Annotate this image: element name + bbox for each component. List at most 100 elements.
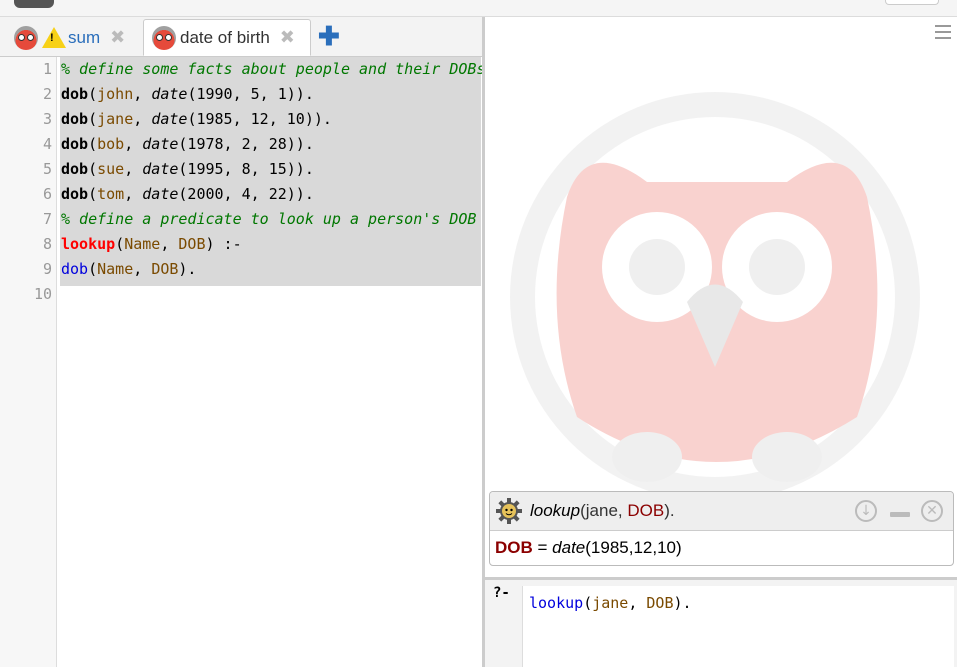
code-line[interactable]: dob(jane, date(1985, 12, 10)). bbox=[61, 107, 482, 132]
close-tab-icon[interactable]: ✖ bbox=[110, 27, 125, 48]
code-token: (1978, 2, 28)). bbox=[178, 135, 314, 153]
query-suffix: ). bbox=[664, 501, 675, 520]
code-token: ( bbox=[88, 185, 98, 203]
code-token: lookup bbox=[61, 235, 116, 253]
code-token: dob bbox=[61, 135, 89, 153]
code-line[interactable]: % define some facts about people and the… bbox=[61, 57, 482, 82]
code-token: , bbox=[124, 135, 143, 153]
code-token: ) :- bbox=[205, 235, 242, 253]
code-area[interactable]: % define some facts about people and the… bbox=[61, 57, 482, 307]
code-token: ). bbox=[673, 594, 692, 612]
code-token: date bbox=[151, 110, 188, 128]
tab-label: sum bbox=[68, 27, 101, 47]
code-token: Name bbox=[124, 235, 161, 253]
top-toolbar bbox=[0, 0, 957, 17]
line-number: 1 bbox=[42, 60, 52, 78]
code-token: ( bbox=[88, 110, 98, 128]
code-line[interactable]: % define a predicate to look up a person… bbox=[61, 207, 482, 232]
code-token: , bbox=[133, 260, 152, 278]
line-number-gutter: 1 2 3 4 5 6 7 8 9 10 bbox=[0, 57, 57, 667]
code-token: jane bbox=[97, 110, 134, 128]
code-token: ( bbox=[115, 235, 125, 253]
code-token: ( bbox=[583, 594, 593, 612]
code-token: bob bbox=[97, 135, 125, 153]
query-prompt: ?- bbox=[493, 585, 510, 601]
tab-label: date of birth bbox=[180, 27, 270, 47]
code-token: date bbox=[142, 185, 179, 203]
code-token: dob bbox=[61, 160, 89, 178]
code-token: , bbox=[133, 85, 152, 103]
hamburger-menu-icon[interactable] bbox=[935, 25, 951, 43]
code-token: sue bbox=[97, 160, 125, 178]
code-token: % define some facts about people and the… bbox=[61, 60, 482, 78]
code-line[interactable]: dob(bob, date(1978, 2, 28)). bbox=[61, 132, 482, 157]
code-token: , bbox=[133, 110, 152, 128]
code-token: ( bbox=[88, 85, 98, 103]
answer-header: lookup(jane, DOB). ↓ ✕ bbox=[490, 492, 953, 531]
code-line[interactable]: dob(tom, date(2000, 4, 22)). bbox=[61, 182, 482, 207]
code-token: dob bbox=[61, 185, 89, 203]
code-token: DOB bbox=[151, 260, 179, 278]
line-number: 2 bbox=[42, 85, 52, 103]
toolbar-button[interactable] bbox=[885, 0, 939, 5]
code-line[interactable] bbox=[61, 282, 482, 307]
code-token: date bbox=[142, 135, 179, 153]
code-token: ( bbox=[88, 135, 98, 153]
code-token: ( bbox=[88, 260, 98, 278]
query-variable: DOB bbox=[627, 501, 665, 520]
code-token: jane bbox=[592, 594, 629, 612]
query-pane: ?- lookup(jane, DOB). bbox=[485, 580, 957, 667]
code-editor[interactable]: 1 2 3 4 5 6 7 8 9 10 % define some facts about pe… bbox=[0, 57, 482, 667]
warning-icon: ! bbox=[42, 27, 66, 48]
code-line[interactable]: dob(sue, date(1995, 8, 15)). bbox=[61, 157, 482, 182]
answer-query: lookup(jane, DOB). bbox=[530, 501, 675, 521]
code-token: , bbox=[124, 160, 143, 178]
code-token: ( bbox=[88, 160, 98, 178]
result-variable: DOB bbox=[495, 538, 533, 557]
code-token: dob bbox=[61, 110, 89, 128]
code-token: date bbox=[151, 85, 188, 103]
tab-bar: ! sum ✖ date of birth ✖ ✚ bbox=[0, 17, 482, 57]
owl-watermark-icon bbox=[510, 92, 920, 502]
close-tab-icon[interactable]: ✖ bbox=[280, 27, 295, 48]
result-predicate: date bbox=[552, 538, 586, 557]
code-token: date bbox=[142, 160, 179, 178]
answer-result: DOB = date(1985,12,10) bbox=[495, 538, 682, 558]
code-token: (1995, 8, 15)). bbox=[178, 160, 314, 178]
swish-logo-icon[interactable] bbox=[14, 0, 54, 8]
minimize-icon[interactable] bbox=[890, 512, 910, 517]
answer-box: lookup(jane, DOB). ↓ ✕ DOB = date(1985,1… bbox=[489, 491, 954, 566]
line-number: 3 bbox=[42, 110, 52, 128]
code-line[interactable]: lookup(Name, DOB) :- bbox=[61, 232, 482, 257]
line-number: 5 bbox=[42, 160, 52, 178]
code-token: , bbox=[160, 235, 179, 253]
code-token: DOB bbox=[178, 235, 206, 253]
code-token: john bbox=[97, 85, 134, 103]
code-token: lookup bbox=[529, 594, 584, 612]
query-args: (jane, bbox=[580, 501, 628, 520]
code-line[interactable]: dob(Name, DOB). bbox=[61, 257, 482, 282]
query-predicate: lookup bbox=[530, 501, 581, 520]
query-input[interactable]: lookup(jane, DOB). bbox=[522, 586, 954, 667]
code-token: , bbox=[124, 185, 143, 203]
code-token: ). bbox=[178, 260, 197, 278]
code-token: tom bbox=[97, 185, 125, 203]
tab-sum[interactable]: ! sum ✖ bbox=[6, 19, 141, 56]
code-token: , bbox=[628, 594, 647, 612]
code-line[interactable]: dob(john, date(1990, 5, 1)). bbox=[61, 82, 482, 107]
owl-icon bbox=[152, 25, 176, 50]
code-token: DOB bbox=[646, 594, 674, 612]
line-number: 4 bbox=[42, 135, 52, 153]
next-icon[interactable]: ↓ bbox=[855, 500, 877, 522]
code-token: Name bbox=[97, 260, 134, 278]
add-tab-button[interactable]: ✚ bbox=[318, 23, 340, 49]
result-args: (1985,12,10) bbox=[585, 538, 682, 557]
tab-date-of-birth[interactable]: date of birth ✖ bbox=[143, 19, 311, 56]
code-token: (1985, 12, 10)). bbox=[187, 110, 332, 128]
code-token: (2000, 4, 22)). bbox=[178, 185, 314, 203]
line-number: 10 bbox=[33, 285, 52, 303]
close-icon[interactable]: ✕ bbox=[921, 500, 943, 522]
owl-icon bbox=[14, 25, 38, 50]
result-equals: = bbox=[532, 538, 553, 557]
code-token: % define a predicate to look up a person… bbox=[61, 210, 477, 228]
